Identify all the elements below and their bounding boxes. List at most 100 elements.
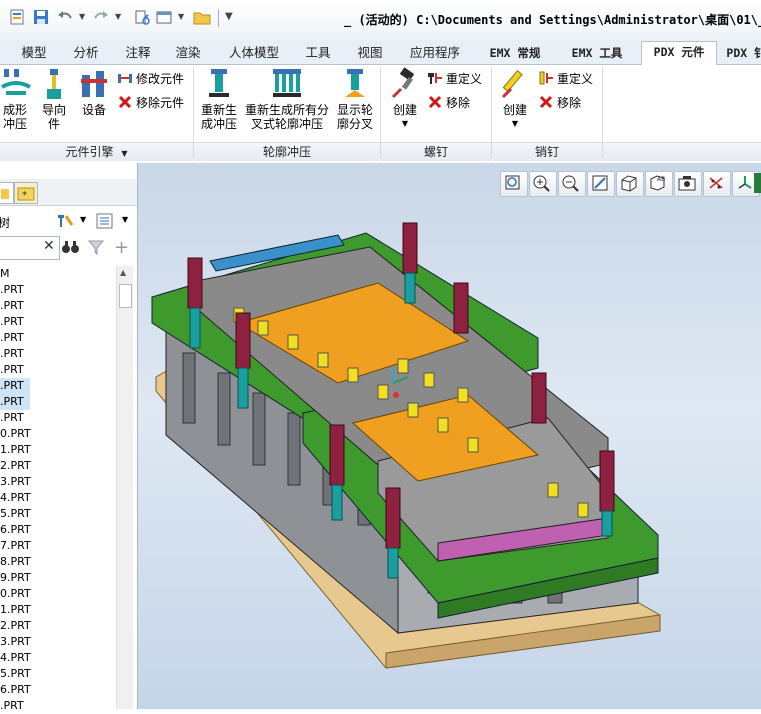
windows-icon[interactable] — [155, 8, 173, 26]
guide-label-2: 件 — [47, 117, 60, 131]
new-file-icon[interactable] — [8, 8, 26, 26]
remove-icon — [538, 94, 554, 110]
customize-toolbar-icon[interactable]: ▼ — [225, 11, 233, 22]
ribbon-empty-area — [603, 142, 761, 161]
add-icon[interactable]: + — [114, 237, 129, 258]
tree-item[interactable]: .PRT — [0, 314, 30, 330]
folder-icon — [1, 189, 9, 199]
equipment-label: 设备 — [81, 103, 106, 117]
undo-icon[interactable] — [56, 8, 74, 26]
show-contour-split-button[interactable]: 显示轮 廓分叉 — [333, 67, 377, 131]
pin-remove-button[interactable]: 移除 — [538, 93, 581, 111]
screw-remove-button[interactable]: 移除 — [427, 93, 470, 111]
undo-dropdown-icon[interactable]: ▼ — [79, 12, 85, 21]
group-component-engine[interactable]: 元件引擎 ▼ — [0, 142, 193, 161]
screw-redefine-button[interactable]: 重定义 — [427, 69, 482, 87]
tree-item[interactable]: 4.PRT — [0, 490, 36, 506]
tab-annotate[interactable]: 注释 — [116, 43, 160, 63]
equipment-button[interactable]: 设备 — [76, 67, 112, 117]
show-list-icon[interactable] — [96, 213, 114, 232]
tab-emx-tools[interactable]: EMX 工具 — [560, 43, 634, 63]
tree-item[interactable]: 6.PRT — [0, 682, 36, 698]
clear-search-icon[interactable]: ✕ — [43, 238, 55, 254]
screw-redefine-icon — [427, 70, 443, 86]
tree-item[interactable]: M — [0, 266, 30, 282]
regen-punch-label-1: 重新生 — [200, 103, 237, 117]
windows-dropdown-icon[interactable]: ▼ — [178, 12, 184, 21]
tree-item[interactable]: 2.PRT — [0, 618, 36, 634]
tab-tools[interactable]: 工具 — [296, 43, 340, 63]
scroll-up-icon[interactable]: ▲ — [120, 268, 126, 277]
graphics-canvas[interactable]: AB — [138, 163, 761, 709]
screw-redefine-label: 重定义 — [446, 71, 483, 86]
save-icon[interactable] — [32, 8, 50, 26]
tree-item[interactable]: .PRT — [0, 298, 30, 314]
tab-favorites[interactable]: * — [14, 182, 38, 204]
regen-all-contour-punch-button[interactable]: 重新生成所有分 叉式轮廓冲压 — [243, 67, 331, 131]
tree-item[interactable]: 0.PRT — [0, 426, 36, 442]
tree-item[interactable]: 5.PRT — [0, 506, 36, 522]
tab-pdx-components[interactable]: PDX 元件 — [641, 41, 717, 66]
pin-redefine-button[interactable]: 重定义 — [538, 69, 593, 87]
tree-item[interactable]: .PRT — [0, 378, 30, 394]
tree-item[interactable]: 3.PRT — [0, 634, 36, 650]
modify-component-button[interactable]: 修改元件 — [117, 69, 184, 87]
tab-pdx-more[interactable]: PDX 钅 — [722, 43, 761, 63]
equipment-icon — [78, 67, 110, 101]
tree-item[interactable]: .PRT — [0, 330, 30, 346]
tree-item[interactable]: 5.PRT — [0, 666, 36, 682]
tree-item[interactable]: .PRT — [0, 394, 30, 410]
tab-applications[interactable]: 应用程序 — [400, 43, 470, 63]
screw-create-button[interactable]: 创建 ▼ — [387, 67, 423, 131]
tree-item[interactable]: 7.PRT — [0, 538, 36, 554]
tree-settings-icon[interactable] — [56, 213, 78, 232]
chevron-down-icon: ▼ — [401, 119, 409, 128]
ribbon: 成形 冲压 导向 件 设备 修改元件 移除元件 元件引擎 ▼ 重新生 成冲压 重… — [0, 65, 761, 164]
tree-item[interactable]: 0.PRT — [0, 586, 36, 602]
tree-item[interactable]: 2.PRT — [0, 458, 36, 474]
filter-icon[interactable] — [87, 239, 105, 258]
tree-item[interactable]: 1.PRT — [0, 442, 36, 458]
tab-model-tree[interactable] — [0, 182, 14, 204]
tab-render[interactable]: 渲染 — [166, 43, 210, 63]
tree-item[interactable]: .PRT — [0, 698, 30, 714]
screw-remove-label: 移除 — [446, 95, 471, 110]
tree-item[interactable]: 9.PRT — [0, 570, 36, 586]
tab-emx-general[interactable]: EMX 常规 — [478, 43, 552, 63]
tree-item[interactable]: .PRT — [0, 282, 30, 298]
regen-punch-button[interactable]: 重新生 成冲压 — [197, 67, 241, 131]
guide-icon — [38, 67, 70, 101]
tree-header: 树 ▼ ▼ — [0, 211, 137, 233]
tree-search-input[interactable]: ✕ — [0, 236, 60, 260]
tab-model[interactable]: 模型 — [12, 43, 56, 63]
tree-item[interactable]: 8.PRT — [0, 554, 36, 570]
binoculars-icon[interactable] — [62, 239, 80, 258]
redo-icon[interactable] — [92, 8, 110, 26]
form-punch-icon — [0, 67, 32, 101]
tree-item[interactable]: 6.PRT — [0, 522, 36, 538]
pin-create-button[interactable]: 创建 ▼ — [497, 67, 533, 131]
tree-item[interactable]: 3.PRT — [0, 474, 36, 490]
tree-item[interactable]: 4.PRT — [0, 650, 36, 666]
model-tree-panel: * 树 ▼ ▼ ✕ + M .PRT .PRT .PRT .PRT .PRT .PRT .PR… — [0, 163, 138, 712]
star-folder-icon: * — [17, 187, 35, 201]
tree-item[interactable]: .PRT — [0, 346, 30, 362]
guide-button[interactable]: 导向 件 — [36, 67, 72, 131]
tree-scrollbar[interactable]: ▲ — [116, 266, 133, 709]
tree-item[interactable]: 1.PRT — [0, 602, 36, 618]
chevron-down-icon[interactable]: ▼ — [122, 215, 128, 224]
open-folder-icon[interactable] — [193, 8, 211, 26]
chevron-down-icon[interactable]: ▼ — [80, 215, 86, 224]
form-punch-button[interactable]: 成形 冲压 — [0, 67, 32, 131]
regen-all-contour-label-2: 叉式轮廓冲压 — [250, 117, 323, 131]
scrollbar-thumb[interactable] — [119, 284, 132, 308]
tab-manikin[interactable]: 人体模型 — [219, 43, 289, 63]
redo-dropdown-icon[interactable]: ▼ — [115, 12, 121, 21]
die-assembly-model[interactable] — [138, 163, 761, 709]
tree-item[interactable]: .PRT — [0, 362, 30, 378]
tab-analysis[interactable]: 分析 — [64, 43, 108, 63]
regenerate-icon[interactable] — [133, 8, 151, 26]
remove-component-button[interactable]: 移除元件 — [117, 93, 184, 111]
tab-view[interactable]: 视图 — [348, 43, 392, 63]
tree-item[interactable]: .PRT — [0, 410, 30, 426]
